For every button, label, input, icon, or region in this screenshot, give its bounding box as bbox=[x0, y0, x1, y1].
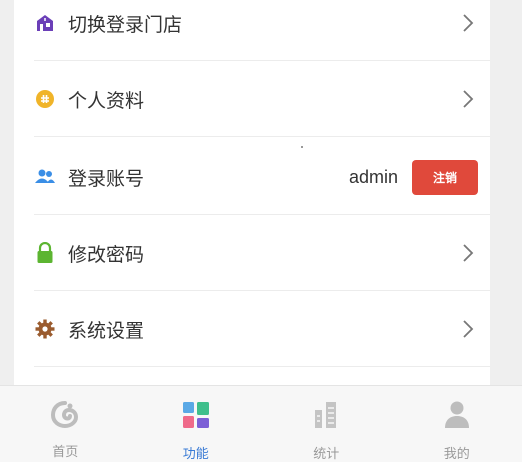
lock-icon bbox=[34, 242, 56, 264]
menu-item-label: 系统设置 bbox=[68, 320, 145, 342]
page: 切换登录门店 个人资料 登录账号 admin 注销 修改密码 系统设置 首页 功… bbox=[0, 0, 522, 462]
tab-function[interactable]: 功能 bbox=[131, 386, 262, 462]
menu-item-account: 登录账号 admin 注销 bbox=[14, 139, 490, 215]
menu-item-change-password[interactable]: 修改密码 bbox=[14, 215, 490, 291]
divider bbox=[34, 136, 490, 137]
menu-item-label: 修改密码 bbox=[68, 244, 145, 266]
profile-icon bbox=[34, 88, 56, 110]
tab-label: 统计 bbox=[313, 446, 340, 461]
tab-statistics[interactable]: 统计 bbox=[261, 386, 392, 462]
tab-label: 首页 bbox=[52, 444, 79, 459]
tab-mine[interactable]: 我的 bbox=[392, 386, 522, 462]
function-icon bbox=[181, 400, 211, 435]
menu-item-profile[interactable]: 个人资料 bbox=[14, 61, 490, 137]
menu-item-label: 个人资料 bbox=[68, 90, 145, 112]
logout-button[interactable]: 注销 bbox=[412, 159, 478, 195]
chevron-right-icon bbox=[458, 89, 478, 109]
chevron-right-icon bbox=[458, 319, 478, 339]
divider bbox=[34, 366, 490, 367]
statistics-icon bbox=[312, 400, 340, 435]
chevron-right-icon bbox=[458, 13, 478, 33]
stray-dot bbox=[301, 146, 303, 148]
store-icon bbox=[34, 12, 56, 34]
menu-item-settings[interactable]: 系统设置 bbox=[14, 291, 490, 367]
gear-icon bbox=[34, 318, 56, 340]
home-icon bbox=[50, 400, 80, 433]
tab-label: 功能 bbox=[182, 446, 209, 461]
tab-label: 我的 bbox=[443, 446, 470, 461]
menu-panel: 切换登录门店 个人资料 登录账号 admin 注销 修改密码 系统设置 bbox=[14, 0, 490, 385]
tab-home[interactable]: 首页 bbox=[0, 386, 131, 462]
account-icon bbox=[34, 166, 56, 188]
user-icon bbox=[443, 400, 471, 435]
chevron-right-icon bbox=[458, 243, 478, 263]
menu-item-switch-store[interactable]: 切换登录门店 bbox=[14, 0, 490, 61]
account-username: admin bbox=[348, 166, 398, 187]
menu-item-label: 切换登录门店 bbox=[68, 14, 183, 36]
bottom-tab-bar: 首页 功能 统计 我的 bbox=[0, 385, 522, 462]
menu-item-label: 登录账号 bbox=[68, 168, 145, 190]
